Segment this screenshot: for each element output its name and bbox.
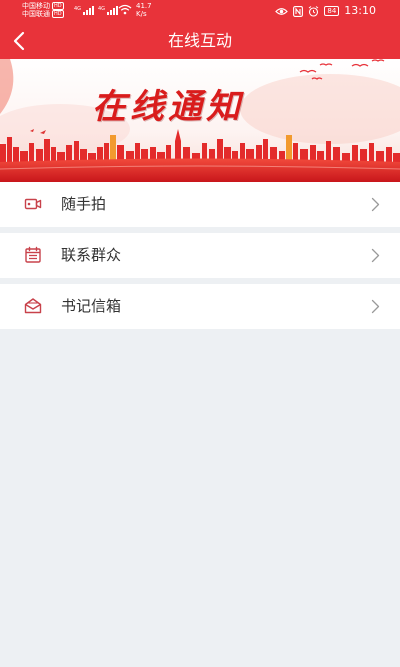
chevron-right-icon <box>371 197 380 212</box>
menu-list: 随手拍 联系群众 书记信箱 <box>0 182 400 335</box>
nav-bar: 在线互动 <box>0 22 400 59</box>
hd-badge-1: HD <box>52 2 64 10</box>
menu-label-snapshot: 随手拍 <box>61 195 107 213</box>
menu-label-contact-masses: 联系群众 <box>61 246 122 264</box>
carrier-info: 中国移动 HD 中国联通 HD <box>22 2 64 18</box>
banner-headline: 在线通知 <box>92 87 244 127</box>
net-type-1: 4G <box>74 6 81 12</box>
menu-item-secretary-mailbox[interactable]: 书记信箱 <box>0 284 400 329</box>
open-envelope-icon <box>24 298 42 314</box>
net-speed-unit: K/s <box>136 10 147 18</box>
battery-icon: 84 <box>324 6 340 16</box>
clock: 13:10 <box>344 4 376 17</box>
video-camera-icon <box>24 198 42 210</box>
nfc-icon <box>293 5 304 17</box>
net-speed-value: 41.7 <box>136 2 152 10</box>
screen: 中国移动 HD 中国联通 HD 4G 4G 41.7 K/s 84 13:10 … <box>0 0 400 667</box>
status-right: 84 13:10 <box>275 3 376 19</box>
status-bar: 中国移动 HD 中国联通 HD 4G 4G 41.7 K/s 84 13:10 <box>0 0 400 22</box>
carrier-1: 中国移动 <box>22 2 50 10</box>
eye-icon <box>275 7 289 15</box>
chevron-right-icon <box>371 248 380 263</box>
menu-item-contact-masses[interactable]: 联系群众 <box>0 233 400 278</box>
notice-banner[interactable]: 在线通知 <box>0 59 400 182</box>
net-type-2: 4G <box>98 6 105 12</box>
menu-item-snapshot[interactable]: 随手拍 <box>0 182 400 227</box>
menu-label-secretary-mailbox: 书记信箱 <box>61 297 122 315</box>
alarm-icon <box>309 5 319 17</box>
chevron-right-icon <box>371 299 380 314</box>
signal-1-icon: 4G <box>74 6 94 15</box>
calendar-icon <box>25 246 41 263</box>
page-title: 在线互动 <box>167 31 232 50</box>
hd-badge-2: HD <box>52 10 64 18</box>
signal-2-icon: 4G <box>98 6 118 15</box>
wifi-icon <box>118 4 132 15</box>
carrier-2: 中国联通 <box>22 10 50 18</box>
net-speed: 41.7 K/s <box>136 2 152 18</box>
